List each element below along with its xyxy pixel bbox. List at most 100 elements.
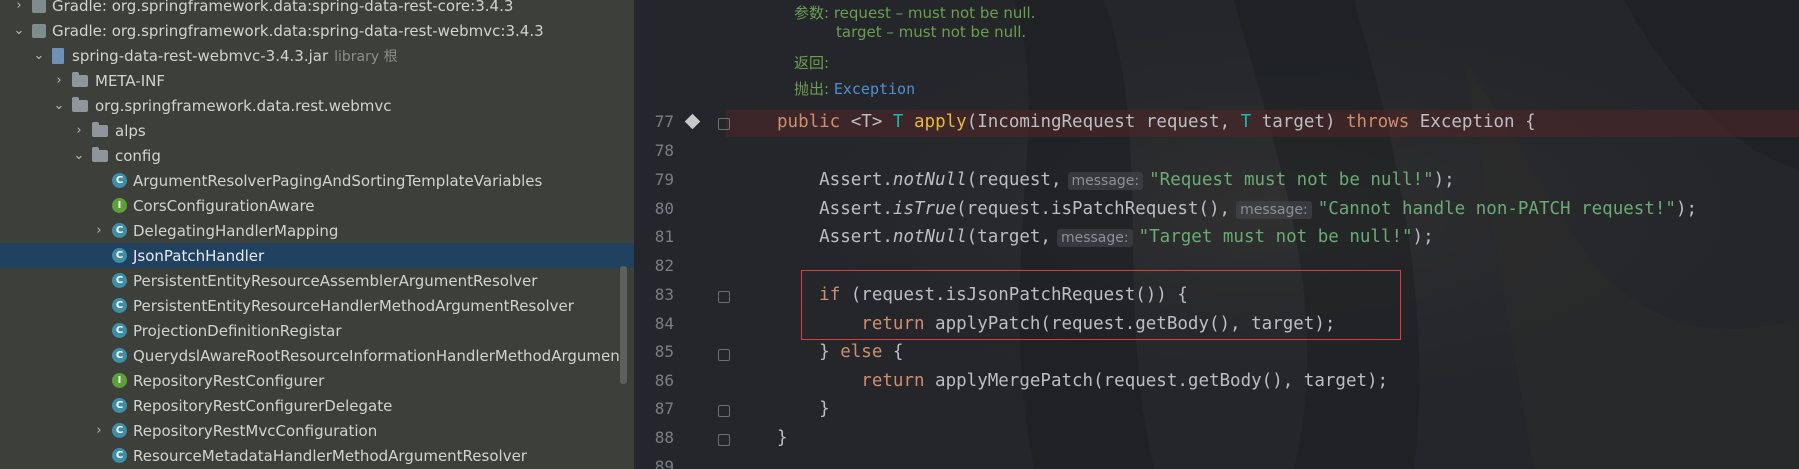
tree-item-label: PersistentEntityResourceAssemblerArgumen… [133, 271, 538, 290]
line-number[interactable]: 81 [634, 227, 674, 246]
line-number[interactable]: 87 [634, 399, 674, 418]
expand-arrow-icon[interactable]: ⌄ [32, 48, 46, 63]
tree-item-label: RepositoryRestConfigurer [133, 371, 325, 390]
jar-icon [52, 47, 64, 64]
doc-throws-label: 抛出: [794, 80, 830, 98]
fold-marker-icon[interactable] [718, 291, 730, 303]
class-icon: C [112, 273, 127, 288]
tree-item-label: spring-data-rest-webmvc-3.4.3.jar [72, 46, 329, 65]
code-line-81[interactable]: Assert.notNull(target, message: "Target mu… [777, 227, 1434, 247]
type-param-2: T [1240, 112, 1252, 132]
fold-marker-icon[interactable] [718, 434, 730, 446]
interface-icon: I [112, 373, 127, 388]
tree-scrollbar[interactable] [620, 266, 627, 384]
folder-icon [92, 146, 108, 162]
tree-item[interactable]: › C RepositoryRestMvcConfiguration [0, 418, 634, 443]
tree-item[interactable]: › C DelegatingHandlerMapping [0, 218, 634, 243]
code-line-85[interactable]: } else { [777, 342, 903, 362]
tree-item-label: ArgumentResolverPagingAndSortingTemplate… [133, 171, 543, 190]
tree-item[interactable]: ›CArgumentResolverPagingAndSortingTempla… [0, 168, 634, 193]
tree-item[interactable]: › META-INF [0, 68, 634, 93]
tree-item[interactable]: ⌄ spring-data-rest-webmvc-3.4.3.jar librar… [0, 43, 634, 68]
line-number[interactable]: 88 [634, 428, 674, 447]
fold-marker-icon[interactable] [718, 118, 730, 130]
code-line-80[interactable]: Assert.isTrue(request.isPatchRequest(), m… [777, 199, 1697, 219]
code-line-88[interactable]: } [777, 428, 788, 448]
folder-icon [72, 96, 88, 112]
expand-arrow-icon[interactable]: ⌄ [12, 23, 26, 38]
line-number[interactable]: 89 [634, 457, 674, 469]
kw-throws: throws [1346, 112, 1410, 132]
string-literal: "Cannot handle non-PATCH request!" [1317, 199, 1676, 219]
code-line-79[interactable]: Assert.notNull(request, message: "Request … [777, 170, 1455, 190]
class-icon: C [112, 398, 127, 413]
fold-marker-icon[interactable] [718, 405, 730, 417]
collapse-arrow-icon[interactable]: › [12, 0, 26, 13]
gradle-library-icon [32, 0, 46, 13]
throws-rest: Exception { [1409, 112, 1536, 132]
tree-item-label: CorsConfigurationAware [133, 196, 315, 215]
tree-item[interactable]: ›CPersistentEntityResourceHandlerMethodA… [0, 293, 634, 318]
collapse-arrow-icon[interactable]: › [52, 73, 66, 88]
tree-item[interactable]: › Gradle: org.springframework.data:spring… [0, 0, 634, 18]
line-number[interactable]: 83 [634, 285, 674, 304]
code-editor[interactable]: 参数: request – must not be null. target –… [634, 0, 1799, 469]
tree-item[interactable]: ›IRepositoryRestConfigurer [0, 368, 634, 393]
line-number[interactable]: 79 [634, 170, 674, 189]
line-number[interactable]: 86 [634, 371, 674, 390]
collapse-arrow-icon[interactable]: › [72, 123, 86, 138]
code-text: } [777, 399, 830, 419]
tree-item[interactable]: ›CProjectionDefinitionRegistar [0, 318, 634, 343]
code-text: } [777, 428, 788, 448]
tree-item[interactable]: ›ICorsConfigurationAware [0, 193, 634, 218]
code-line-87[interactable]: } [777, 399, 830, 419]
tree-item[interactable]: ›CQuerydslAwareRootResourceInformationHa… [0, 343, 634, 368]
code-line-86[interactable]: return applyMergePatch(request.getBody()… [777, 371, 1388, 391]
line-number[interactable]: 80 [634, 199, 674, 218]
line-number[interactable]: 85 [634, 342, 674, 361]
tree-item[interactable]: ⌄ Gradle: org.springframework.data:spring… [0, 18, 634, 43]
tree-item-label: PersistentEntityResourceHandlerMethodArg… [133, 296, 574, 315]
tree-item[interactable]: ›CPersistentEntityResourceAssemblerArgum… [0, 268, 634, 293]
tree-item-label: ProjectionDefinitionRegistar [133, 321, 342, 340]
expand-arrow-icon[interactable]: ⌄ [52, 98, 66, 113]
string-literal: "Target must not be null!" [1138, 227, 1413, 247]
collapse-arrow-icon[interactable]: › [92, 423, 106, 438]
code-text: Assert. [777, 227, 893, 247]
params-b: target) [1251, 112, 1347, 132]
tree-item[interactable]: ›CJsonPatchHandler [0, 243, 634, 268]
doc-returns: 返回: [794, 52, 829, 73]
doc-params: 参数: request – must not be null. [794, 2, 1035, 23]
line-number[interactable]: 78 [634, 141, 674, 160]
tree-item[interactable]: ›CResourceMetadataHandlerMethodArgumentR… [0, 443, 634, 468]
tree-item[interactable]: › alps [0, 118, 634, 143]
tree-item[interactable]: ›CRepositoryRestConfigurerDelegate [0, 393, 634, 418]
method-notnull: notNull [892, 170, 967, 190]
tree-item[interactable]: ⌄ org.springframework.data.rest.webmvc [0, 93, 634, 118]
folder-icon [72, 71, 88, 87]
collapse-arrow-icon[interactable]: › [92, 223, 106, 238]
code-line-77[interactable]: public <T> T apply(IncomingRequest reque… [777, 112, 1536, 132]
tree-item-label: Gradle: org.springframework.data:spring-… [52, 0, 514, 15]
gradle-library-icon [32, 23, 46, 38]
line-number[interactable]: 82 [634, 256, 674, 275]
expand-arrow-icon[interactable]: ⌄ [72, 148, 86, 163]
line-number[interactable]: 77 [634, 112, 674, 131]
doc-param-request: request – must not be null. [833, 4, 1036, 22]
param-hint: message: [1056, 229, 1133, 247]
fold-marker-icon[interactable] [718, 349, 730, 361]
code-args: (target, [966, 227, 1051, 247]
doc-returns-label: 返回: [794, 54, 830, 72]
tree-item-label: META-INF [95, 71, 166, 90]
doc-param-target: target – must not be null. [836, 23, 1027, 41]
line-number[interactable]: 84 [634, 314, 674, 333]
param-hint: message: [1067, 172, 1144, 190]
doc-throws-link[interactable]: Exception [834, 80, 915, 98]
tree-item[interactable]: ⌄ config [0, 143, 634, 168]
folder-icon [92, 121, 108, 137]
class-icon: C [112, 298, 127, 313]
class-icon: C [112, 423, 127, 438]
tree-item-suffix: library 根 [334, 48, 398, 65]
code-text: { [882, 342, 904, 362]
project-tree: › Gradle: org.springframework.data:spring… [0, 0, 634, 469]
